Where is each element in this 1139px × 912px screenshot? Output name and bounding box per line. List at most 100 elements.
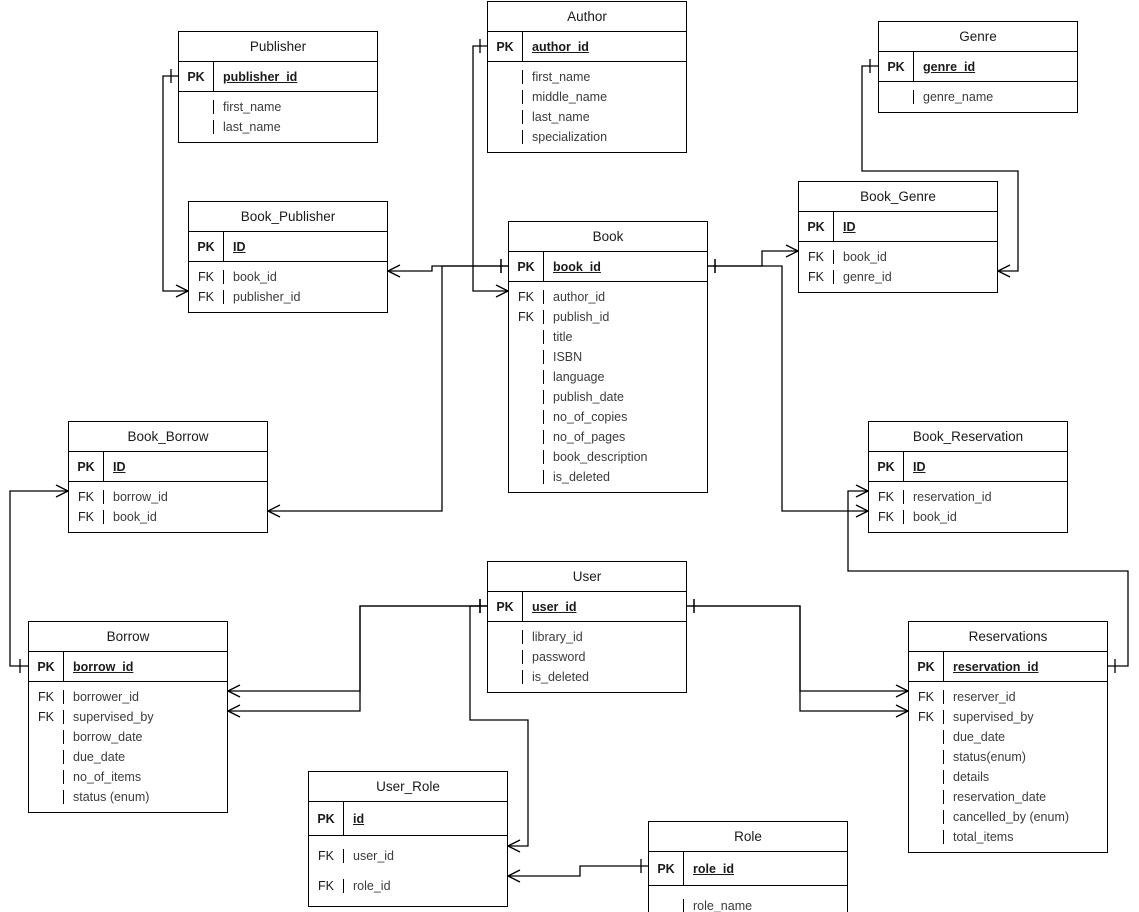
entity-genre[interactable]: Genre PK genre_id genre_name <box>878 21 1078 113</box>
attribute-list: FK borrower_id FK supervised_by borrow_date d… <box>29 682 227 812</box>
pk-badge: PK <box>197 239 215 254</box>
entity-book[interactable]: Book PK book_id FK author_id FK publish_id titl… <box>508 221 708 493</box>
attribute-field-name: genre_id <box>833 270 997 284</box>
attribute-list: library_id password is_deleted <box>488 622 686 692</box>
attribute-key-badge <box>509 367 543 387</box>
pk-field-label: ID <box>913 459 926 474</box>
pk-badge: PK <box>917 659 935 674</box>
attribute-row: due_date <box>29 747 227 767</box>
attribute-row: title <box>509 327 707 347</box>
pk-field-label: reservation_id <box>953 659 1039 674</box>
pk-field-name: user_id <box>522 592 686 621</box>
attribute-row: first_name <box>488 67 686 87</box>
primary-key-row: PK author_id <box>488 32 686 62</box>
attribute-row: FK borrow_id <box>69 487 267 507</box>
attribute-key-badge <box>488 107 522 127</box>
attribute-row: ISBN <box>509 347 707 367</box>
attribute-row: status(enum) <box>909 747 1107 767</box>
primary-key-row: PK user_id <box>488 592 686 622</box>
entity-title: Book_Publisher <box>189 202 387 232</box>
attribute-row: library_id <box>488 627 686 647</box>
attribute-field-name: no_of_items <box>63 770 227 784</box>
pk-badge: PK <box>807 219 825 234</box>
attribute-list: FK author_id FK publish_idtitle ISBN language… <box>509 282 707 492</box>
entity-title: Author <box>488 2 686 32</box>
primary-key-row: PK borrow_id <box>29 652 227 682</box>
primary-key-row: PK ID <box>189 232 387 262</box>
attribute-row: FK publisher_id <box>189 287 387 307</box>
pk-field-name: ID <box>903 452 1067 481</box>
attribute-key-badge <box>29 767 63 787</box>
attribute-list: genre_name <box>879 82 1077 112</box>
connector-role-user-role <box>507 859 648 883</box>
entity-title: Genre <box>879 22 1077 52</box>
attribute-key-badge: FK <box>878 490 894 504</box>
attribute-field-name: book_id <box>833 250 997 264</box>
attribute-field-name: reservation_id <box>903 490 1067 504</box>
attribute-row: FK supervised_by <box>29 707 227 727</box>
attribute-field-name: total_items <box>943 830 1107 844</box>
entity-author[interactable]: Author PK author_id first_name middle_name la… <box>487 1 687 153</box>
pk-field-label: ID <box>113 459 126 474</box>
attribute-key-badge <box>509 447 543 467</box>
attribute-row: book_description <box>509 447 707 467</box>
attribute-key-badge <box>909 787 943 807</box>
attribute-field-name: is_deleted <box>543 470 707 484</box>
attribute-field-name: publish_date <box>543 390 707 404</box>
attribute-field-name: specialization <box>522 130 686 144</box>
entity-title: Book <box>509 222 707 252</box>
attribute-key-badge: FK <box>518 290 534 304</box>
attribute-row: FK borrower_id <box>29 687 227 707</box>
attribute-key-badge <box>509 347 543 367</box>
attribute-field-name: publish_id <box>543 310 707 324</box>
attribute-row: FK supervised_by <box>909 707 1107 727</box>
entity-title: Borrow <box>29 622 227 652</box>
attribute-key-badge: FK <box>918 710 934 724</box>
attribute-field-name: details <box>943 770 1107 784</box>
attribute-list: first_name middle_name last_name specializa… <box>488 62 686 152</box>
attribute-row: no_of_copies <box>509 407 707 427</box>
pk-badge: PK <box>496 599 514 614</box>
attribute-field-name: genre_name <box>913 90 1077 104</box>
attribute-key-badge <box>179 97 213 117</box>
entity-borrow[interactable]: Borrow PK borrow_id FK borrower_id FK supervis… <box>28 621 228 813</box>
entity-user[interactable]: User PK user_id library_id password is_delete… <box>487 561 687 693</box>
entity-title: Book_Reservation <box>869 422 1067 452</box>
attribute-key-badge <box>909 727 943 747</box>
attribute-key-badge: FK <box>918 690 934 704</box>
attribute-row: role_name <box>649 891 847 912</box>
attribute-field-name: due_date <box>943 730 1107 744</box>
attribute-key-badge <box>488 667 522 687</box>
attribute-field-name: ISBN <box>543 350 707 364</box>
entity-book_reservation[interactable]: Book_Reservation PK ID FK reservation_id FK bo… <box>868 421 1068 533</box>
entity-user_role[interactable]: User_Role PK id FK user_id FK role_id <box>308 771 508 907</box>
attribute-key-badge <box>488 87 522 107</box>
pk-badge: PK <box>657 861 675 876</box>
entity-book_borrow[interactable]: Book_Borrow PK ID FK borrow_id FK book_id <box>68 421 268 533</box>
entity-role[interactable]: Role PK role_id role_name <box>648 821 848 912</box>
attribute-key-badge <box>879 87 913 107</box>
primary-key-row: PK publisher_id <box>179 62 377 92</box>
attribute-row: genre_name <box>879 87 1077 107</box>
entity-book_publisher[interactable]: Book_Publisher PK ID FK book_id FK publisher_i… <box>188 201 388 313</box>
entity-publisher[interactable]: Publisher PK publisher_id first_name last_na… <box>178 31 378 143</box>
attribute-list: FK book_id FK publisher_id <box>189 262 387 312</box>
pk-badge: PK <box>496 39 514 54</box>
attribute-list: first_name last_name <box>179 92 377 142</box>
entity-book_genre[interactable]: Book_Genre PK ID FK book_id FK genre_id <box>798 181 998 293</box>
primary-key-row: PK role_id <box>649 852 847 886</box>
pk-field-label: borrow_id <box>73 659 134 674</box>
attribute-key-badge: FK <box>38 690 54 704</box>
attribute-row: is_deleted <box>488 667 686 687</box>
attribute-key-badge <box>488 627 522 647</box>
attribute-key-badge <box>488 127 522 147</box>
attribute-row: total_items <box>909 827 1107 847</box>
attribute-row: publish_date <box>509 387 707 407</box>
attribute-row: FK author_id <box>509 287 707 307</box>
connector-book-book-publisher <box>387 259 508 278</box>
attribute-key-badge: FK <box>78 490 94 504</box>
attribute-field-name: last_name <box>522 110 686 124</box>
attribute-row: language <box>509 367 707 387</box>
attribute-field-name: first_name <box>213 100 377 114</box>
entity-reservations[interactable]: Reservations PK reservation_id FK reserver_i… <box>908 621 1108 853</box>
